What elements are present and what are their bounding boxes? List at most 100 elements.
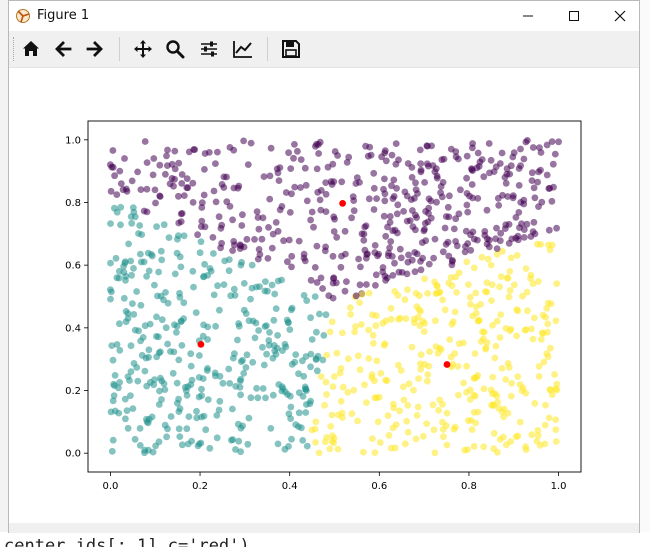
scatter-point — [176, 433, 184, 440]
pan-button[interactable] — [129, 36, 157, 62]
scatter-point — [158, 377, 166, 385]
scatter-point — [212, 198, 220, 206]
scatter-point — [543, 171, 551, 179]
sliders-icon — [201, 41, 217, 57]
scatter-point — [431, 235, 439, 243]
scatter-point — [337, 397, 345, 405]
scatter-point — [127, 342, 135, 350]
scatter-point — [157, 247, 165, 255]
scatter-point — [506, 287, 514, 294]
scatter-point — [316, 310, 323, 318]
minimize-button[interactable] — [505, 1, 551, 31]
maximize-button[interactable] — [551, 1, 597, 31]
scatter-point — [496, 334, 504, 341]
scatter-point — [448, 320, 456, 328]
scatter-point — [356, 299, 363, 306]
background-code-editor: center_ids[:,1],c='red') — [0, 532, 650, 547]
scatter-point — [274, 332, 281, 339]
scatter-point — [331, 373, 338, 380]
subplots-button[interactable] — [195, 36, 223, 62]
scatter-point — [311, 293, 319, 300]
scatter-point — [262, 394, 269, 402]
scatter-point — [113, 341, 121, 348]
scatter-point — [135, 230, 142, 237]
scatter-point — [553, 386, 561, 394]
scatter-point — [245, 414, 253, 422]
scatter-point — [307, 276, 315, 284]
scatter-point — [505, 293, 513, 301]
scatter-point — [164, 146, 171, 154]
scatter-point — [127, 213, 135, 221]
scatter-point — [109, 163, 117, 171]
scatter-point — [375, 250, 382, 258]
scatter-point — [389, 195, 397, 202]
scatter-point — [424, 377, 431, 385]
scatter-point — [198, 204, 206, 211]
scatter-point — [310, 223, 317, 231]
scatter-point — [193, 407, 200, 415]
scatter-point — [244, 440, 252, 448]
scatter-point — [202, 426, 210, 434]
y-tick-label: 1.0 — [65, 135, 81, 146]
scatter-point — [271, 347, 279, 355]
y-tick-label: 0.2 — [65, 386, 81, 397]
scatter-point — [117, 180, 125, 187]
scatter-point — [408, 174, 416, 181]
scatter-point — [455, 340, 463, 348]
home-button[interactable] — [17, 36, 45, 62]
scatter-point — [533, 437, 541, 445]
line-chart-icon — [233, 41, 252, 58]
scatter-point — [507, 162, 515, 170]
scatter-point — [523, 220, 531, 228]
scatter-point — [107, 187, 115, 195]
scatter-point — [180, 192, 188, 199]
scatter-point — [196, 249, 204, 257]
scatter-point — [167, 348, 174, 355]
scatter-point — [154, 292, 161, 300]
floppy-disk-icon — [282, 40, 300, 58]
scatter-point — [329, 432, 336, 439]
scatter-point — [170, 182, 177, 190]
scatter-point — [423, 160, 431, 168]
scatter-point — [499, 191, 506, 199]
close-button[interactable] — [597, 1, 643, 31]
scatter-point — [535, 203, 542, 211]
figure-canvas[interactable]: 0.0 0.2 0.4 0.6 0.8 1.0 0.0 0.2 0.4 0.6 0.8 1.0 — [9, 68, 639, 523]
scatter-point — [117, 221, 124, 229]
scatter-point — [548, 241, 556, 249]
scatter-point — [430, 426, 438, 434]
scatter-point — [237, 358, 245, 365]
edit-axes-button[interactable] — [229, 36, 257, 62]
back-button[interactable] — [49, 36, 77, 62]
scatter-point — [531, 194, 539, 202]
scatter-point — [144, 419, 152, 427]
scatter-point — [439, 426, 447, 433]
scatter-point — [204, 396, 212, 403]
save-button[interactable] — [277, 36, 305, 62]
scatter-point — [389, 424, 397, 432]
scatter-point — [122, 272, 130, 280]
scatter-point — [197, 238, 205, 246]
scatter-point — [474, 372, 482, 379]
background-code-line: center_ids[:,1],c='red') — [4, 536, 250, 547]
zoom-button[interactable] — [161, 36, 189, 62]
scatter-point — [116, 167, 124, 175]
scatter-point — [329, 383, 337, 390]
scatter-point — [178, 210, 186, 217]
scatter-point — [426, 348, 433, 355]
scatter-point — [253, 208, 261, 216]
scatter-point — [492, 163, 500, 171]
scatter-point — [313, 242, 321, 250]
forward-button[interactable] — [81, 36, 109, 62]
magnifier-icon — [166, 40, 185, 59]
scatter-point — [138, 351, 146, 359]
scatter-point — [534, 178, 541, 186]
scatter-point — [107, 295, 114, 303]
scatter-point — [506, 268, 514, 275]
scatter-point — [238, 222, 246, 229]
scatter-point — [204, 323, 212, 331]
scatter-point — [365, 195, 373, 203]
scatter-point — [262, 278, 269, 285]
scatter-point — [515, 182, 523, 189]
scatter-point — [315, 449, 323, 457]
